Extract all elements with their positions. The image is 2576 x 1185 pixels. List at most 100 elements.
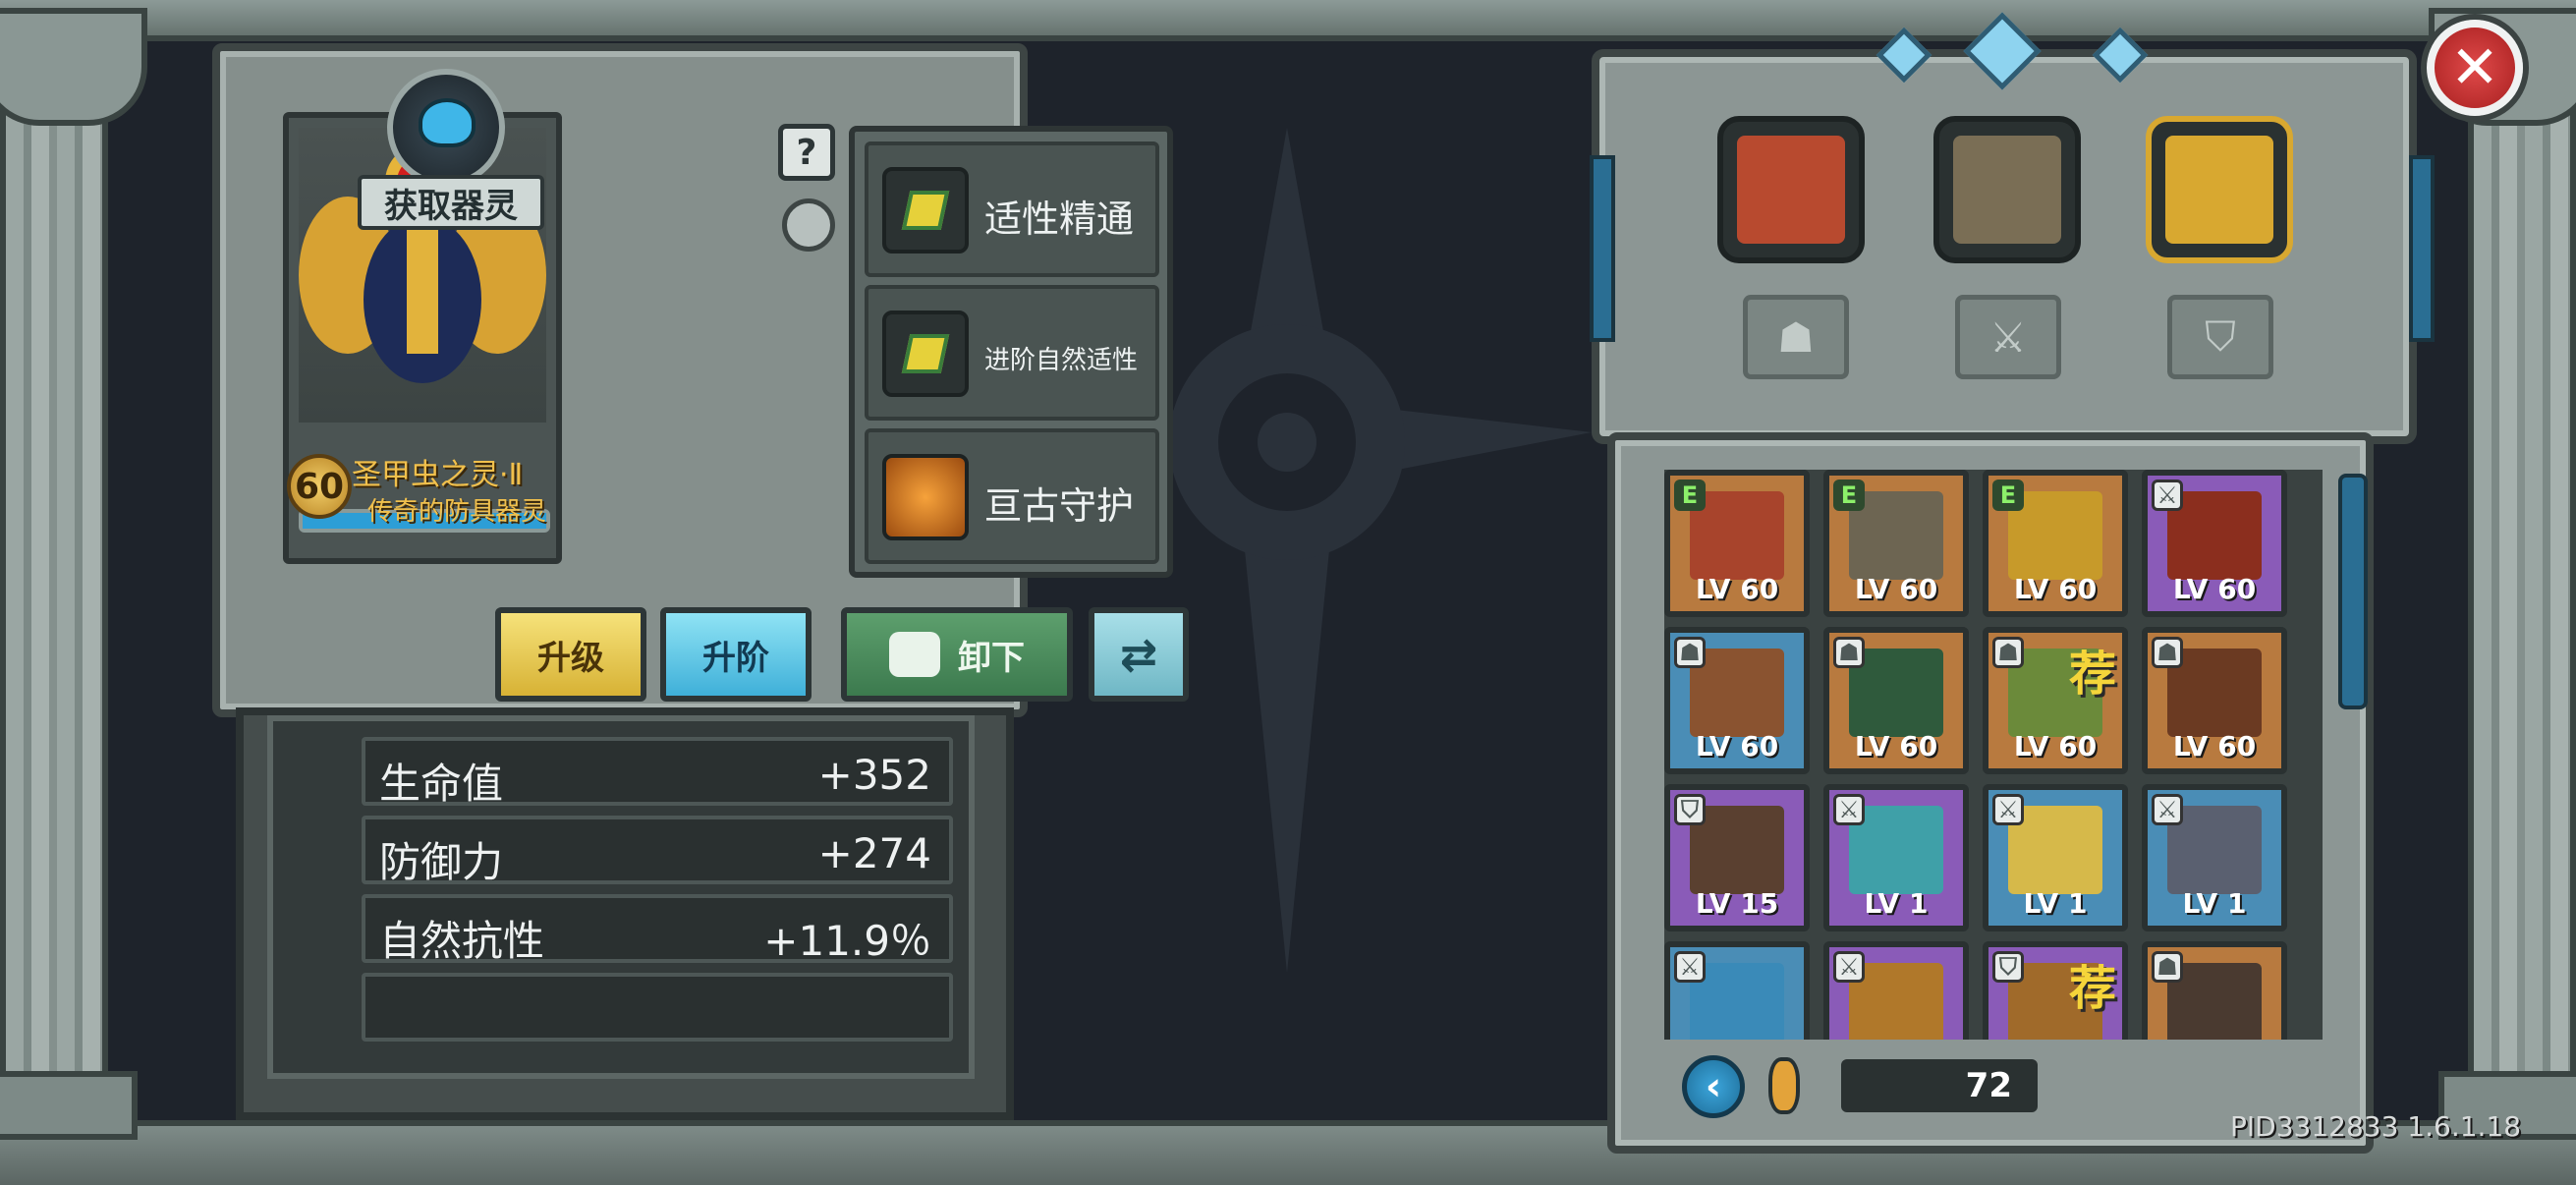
tab-armor[interactable]: ⛉ (2167, 295, 2273, 379)
slot-type-icon: ☗ (1674, 637, 1706, 668)
spirit-grid-item[interactable]: ☗ 荐 LV 60 (1983, 627, 2128, 774)
slot-type-icon: ☗ (1833, 637, 1865, 668)
stat-name: 生命值 (379, 760, 504, 808)
knob-icon (782, 198, 835, 252)
spirit-grid-item[interactable]: ⚔ LV 1 (1823, 784, 1969, 931)
shield-icon: ⛉ (2205, 312, 2236, 361)
equip-slot-armor[interactable] (2146, 116, 2293, 263)
spirit-grid-item[interactable]: ⛉ LV 15 (1664, 784, 1810, 931)
sort-icon[interactable] (1768, 1057, 1800, 1114)
equipped-spirits-panel: ☗ ⚔ ⛉ (1590, 12, 2435, 444)
skill-item[interactable]: 亘古守护 (865, 428, 1159, 564)
skill-item[interactable]: 适性精通 (865, 141, 1159, 277)
blue-spirit-icon (419, 98, 476, 147)
spirit-grid-item[interactable]: E LV 60 (1823, 470, 1969, 617)
right-pillar (2468, 39, 2576, 1130)
spirit-grid-item[interactable]: E LV 60 (1983, 470, 2128, 617)
spirit-grid-item[interactable]: ⚔ LV 60 (2142, 470, 2287, 617)
slot-type-icon: ⚔ (1833, 951, 1865, 983)
swap-button[interactable]: ⇄ (1089, 607, 1189, 702)
spirit-grid-item[interactable]: ⚔ LV 1 (2142, 784, 2287, 931)
slot-type-icon: ⛉ (1992, 951, 2024, 983)
recommended-badge: 荐 (2068, 647, 2116, 702)
spirit-grid-item[interactable]: ⚔ (1823, 941, 1969, 1040)
spirit-level: LV 60 (1695, 573, 1779, 605)
tab-helmet[interactable]: ☗ (1743, 295, 1849, 379)
skill-list: 适性精通 进阶自然适性 亘古守护 (849, 126, 1173, 578)
spirit-avatar[interactable] (387, 69, 505, 187)
equip-slot-weapon[interactable] (1933, 116, 2081, 263)
stat-value: +11.9％ (763, 917, 931, 965)
spirit-level: LV 1 (2182, 887, 2247, 920)
stone-golem-spirit-icon (1953, 136, 2061, 244)
stat-row-empty (362, 973, 953, 1042)
scarab-emblem-icon (882, 454, 969, 540)
gem-icon (882, 310, 969, 397)
left-pillar-base (0, 1071, 138, 1140)
spirit-grid-item[interactable]: ☗ LV 60 (2142, 627, 2287, 774)
help-button[interactable]: ? (778, 124, 835, 181)
red-beast-spirit-icon (1737, 136, 1845, 244)
spirit-grid-item[interactable]: ☗ LV 60 (1823, 627, 1969, 774)
spirit-level: LV 1 (2023, 887, 2088, 920)
chevron-left-icon: ‹ (1705, 1064, 1722, 1109)
spirit-grid-item[interactable]: ☗ LV 60 (1664, 627, 1810, 774)
spirit-level-badge: 60 (287, 454, 352, 519)
spirit-grid-item[interactable]: ⚔ LV 1 (1983, 784, 2128, 931)
slot-type-icon: ☗ (2152, 637, 2183, 668)
slot-type-icon: ⚔ (1674, 951, 1706, 983)
slot-type-icon: ☗ (2152, 951, 2183, 983)
stat-row: 防御力 +274 (362, 816, 953, 886)
spirit-level: LV 60 (1854, 730, 1938, 762)
scrollbar[interactable] (2338, 474, 2368, 709)
slot-type-icon: ⚔ (1992, 794, 2024, 825)
slot-type-icon: ⚔ (1833, 794, 1865, 825)
stat-value: +352 (817, 751, 931, 799)
spirit-grid-item[interactable]: ☗ (2142, 941, 2287, 1040)
unequip-button[interactable]: 卸下 (841, 607, 1073, 702)
unequip-label: 卸下 (958, 638, 1025, 678)
spirit-grid-item[interactable]: ⚔ (1664, 941, 1810, 1040)
skill-label: 亘古守护 (984, 484, 1135, 528)
spirit-level: LV 60 (2172, 573, 2257, 605)
advance-button[interactable]: 升阶 (660, 607, 812, 702)
slot-type-icon: ☗ (1992, 637, 2024, 668)
spirit-grid-item[interactable]: ⛉ 荐 (1983, 941, 2128, 1040)
stat-name: 自然抗性 (379, 917, 545, 965)
skill-item[interactable]: 进阶自然适性 (865, 285, 1159, 421)
spirit-level: LV 60 (2013, 573, 2098, 605)
slot-type-icon: ⛉ (1674, 794, 1706, 825)
recommended-badge: 荐 (2068, 961, 2116, 1016)
spirit-name: 圣甲虫之灵·Ⅱ (352, 458, 524, 492)
equip-slot-helmet[interactable] (1717, 116, 1865, 263)
spirit-level: LV 60 (2172, 730, 2257, 762)
spirit-level: LV 60 (2013, 730, 2098, 762)
spirit-grid: E LV 60 E LV 60 E LV 60 ⚔ LV 60 ☗ LV 60 ☗ LV 60 ☗ 荐 LV… (1664, 470, 2323, 1040)
equipped-badge: E (1833, 480, 1865, 511)
get-spirit-button[interactable]: 获取器灵 (358, 175, 544, 230)
sword-icon: ⚔ (1989, 312, 2027, 362)
top-beam (0, 0, 2576, 41)
stat-name: 防御力 (379, 838, 504, 886)
equipped-badge: E (1674, 480, 1706, 511)
swap-icon: ⇄ (1119, 628, 1158, 681)
skill-label: 进阶自然适性 (984, 346, 1139, 375)
spirit-detail-panel: 60 圣甲虫之灵·Ⅱ 传奇的防具器灵 获取器灵 ? 适性精通 进阶自然适性 亘古… (212, 43, 1189, 717)
version-label: PID3312833 1.6.1.18 (2230, 1110, 2522, 1143)
spirit-level: LV 60 (1695, 730, 1779, 762)
slot-type-icon: ⚔ (2152, 480, 2183, 511)
spirit-grid-item[interactable]: E LV 60 (1664, 470, 1810, 617)
stat-row: 自然抗性 +11.9％ (362, 894, 953, 965)
stat-row: 生命值 +352 (362, 737, 953, 808)
skill-label: 适性精通 (984, 198, 1135, 241)
spirit-level: LV 15 (1695, 887, 1779, 920)
fist-icon (889, 632, 940, 677)
close-button[interactable]: ✕ (2427, 20, 2523, 116)
back-button[interactable]: ‹ (1682, 1055, 1745, 1118)
slot-type-icon: ⚔ (2152, 794, 2183, 825)
spirit-inventory-panel: E LV 60 E LV 60 E LV 60 ⚔ LV 60 ☗ LV 60 ☗ LV 60 ☗ 荐 LV… (1607, 432, 2374, 1154)
right-rail (2409, 155, 2435, 342)
tab-weapon[interactable]: ⚔ (1955, 295, 2061, 379)
left-pillar (0, 39, 108, 1130)
upgrade-button[interactable]: 升级 (495, 607, 646, 702)
